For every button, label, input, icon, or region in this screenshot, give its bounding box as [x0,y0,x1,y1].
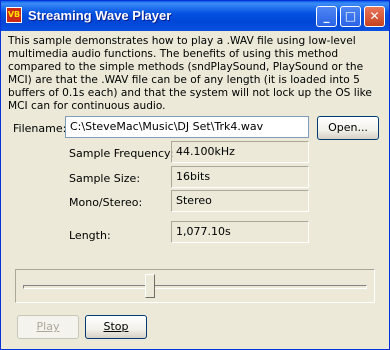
length-value: 1,077.10s [171,221,309,243]
stop-button-label: Stop [103,320,129,333]
filename-label: Filename: [13,122,67,135]
mono-stereo-label: Mono/Stereo: [69,196,143,209]
mono-stereo-value: Stereo [171,190,309,212]
position-slider-track[interactable] [23,285,367,289]
minimize-button[interactable]: _ [316,6,337,27]
length-label: Length: [69,229,111,242]
window-title: Streaming Wave Player [28,8,172,23]
sample-frequency-label: Sample Frequency: [69,147,174,160]
minimize-icon: _ [323,9,330,23]
maximize-button[interactable]: □ [340,6,361,27]
play-button[interactable]: Play [17,315,79,339]
filename-field[interactable]: C:\SteveMac\Music\DJ Set\Trk4.wav [65,116,309,138]
maximize-icon: □ [344,9,357,23]
position-slider-thumb[interactable] [145,274,155,298]
sample-size-value: 16bits [171,166,309,188]
stop-button[interactable]: Stop [85,315,147,339]
close-icon: ✕ [369,9,380,23]
open-button-label: Open... [328,121,368,134]
description-text: This sample demonstrates how to play a .… [8,35,372,112]
play-button-label: Play [36,320,60,333]
title-bar[interactable]: VB Streaming Wave Player _ □ ✕ [1,1,389,31]
main-window: VB Streaming Wave Player _ □ ✕ This samp… [0,0,390,350]
sample-size-label: Sample Size: [69,172,141,185]
sample-frequency-value: 44.100kHz [171,141,309,163]
open-button[interactable]: Open... [317,116,379,140]
vb-app-icon: VB [6,7,22,23]
close-button[interactable]: ✕ [364,6,385,27]
